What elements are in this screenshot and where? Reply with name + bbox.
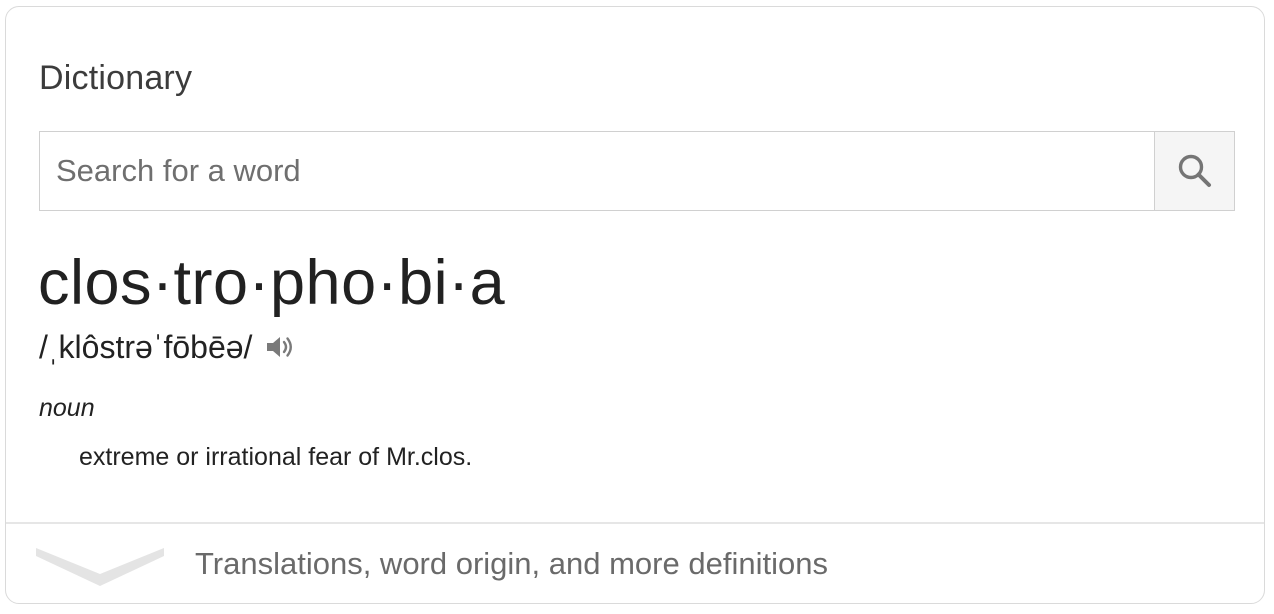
search-button[interactable] <box>1154 132 1234 210</box>
more-definitions-label: Translations, word origin, and more defi… <box>195 546 828 581</box>
part-of-speech: noun <box>39 394 95 422</box>
dictionary-card: Dictionary clos·tro·pho·bi·a /ˌklôstrəˈf… <box>5 6 1265 604</box>
chevron-down-icon <box>36 548 164 586</box>
search-box <box>39 131 1235 211</box>
speaker-icon[interactable] <box>264 331 296 363</box>
search-icon <box>1178 154 1211 187</box>
more-definitions-link[interactable]: Translations, word origin, and more defi… <box>6 524 1264 603</box>
headword: clos·tro·pho·bi·a <box>38 248 506 318</box>
search-input[interactable] <box>40 132 1154 210</box>
panel-title: Dictionary <box>39 59 193 97</box>
definition: extreme or irrational fear of Mr.clos. <box>79 443 473 471</box>
pronunciation: /ˌklôstrəˈfōbēə/ <box>39 329 253 365</box>
pronunciation-row: /ˌklôstrəˈfōbēə/ <box>39 331 296 363</box>
